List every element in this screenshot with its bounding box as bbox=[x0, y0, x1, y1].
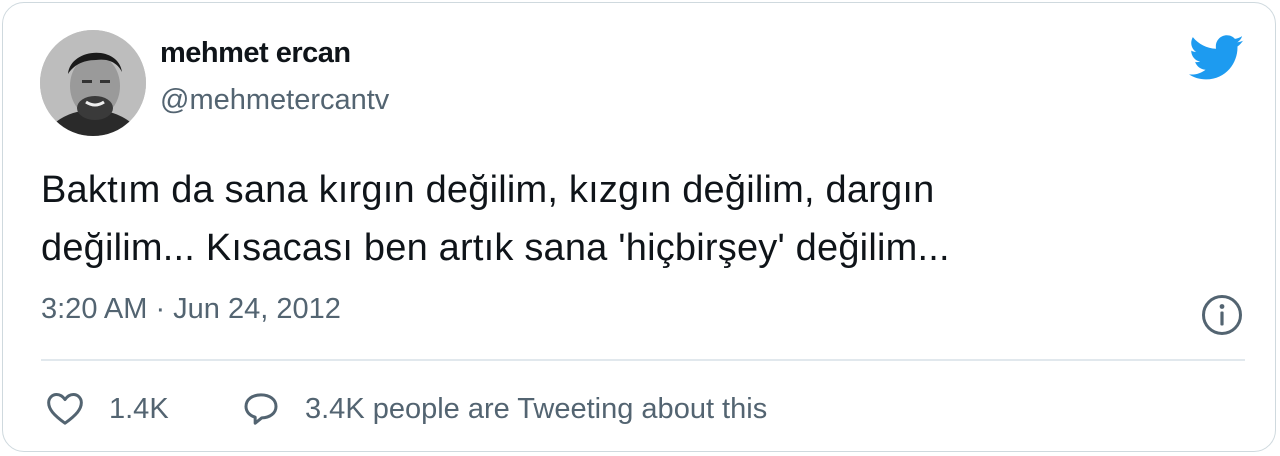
avatar-photo bbox=[40, 30, 146, 136]
twitter-bird-icon[interactable] bbox=[1188, 35, 1245, 81]
discussion-link[interactable]: 3.4K people are Tweeting about this bbox=[241, 387, 767, 431]
like-button[interactable]: 1.4K bbox=[45, 387, 169, 431]
tweet-timestamp[interactable]: 3:20 AM · Jun 24, 2012 bbox=[41, 293, 341, 326]
info-icon[interactable] bbox=[1201, 294, 1243, 336]
discussion-label: 3.4K people are Tweeting about this bbox=[305, 392, 768, 425]
tweet-text-line: değilim... Kısacası ben artık sana 'hiçb… bbox=[41, 227, 950, 269]
avatar[interactable] bbox=[40, 30, 146, 136]
author-handle[interactable]: @mehmetercantv bbox=[160, 84, 389, 117]
speech-bubble-icon bbox=[241, 389, 281, 429]
tweet-text: Baktım da sana kırgın değilim, kızgın de… bbox=[41, 161, 1181, 277]
divider bbox=[41, 359, 1245, 361]
author-name[interactable]: mehmet ercan bbox=[160, 37, 351, 70]
like-count: 1.4K bbox=[109, 392, 169, 425]
tweet-text-line: Baktım da sana kırgın değilim, kızgın de… bbox=[41, 169, 935, 211]
heart-icon bbox=[45, 389, 85, 429]
tweet-card: mehmet ercan @mehmetercantv Baktım da sa… bbox=[2, 2, 1276, 452]
